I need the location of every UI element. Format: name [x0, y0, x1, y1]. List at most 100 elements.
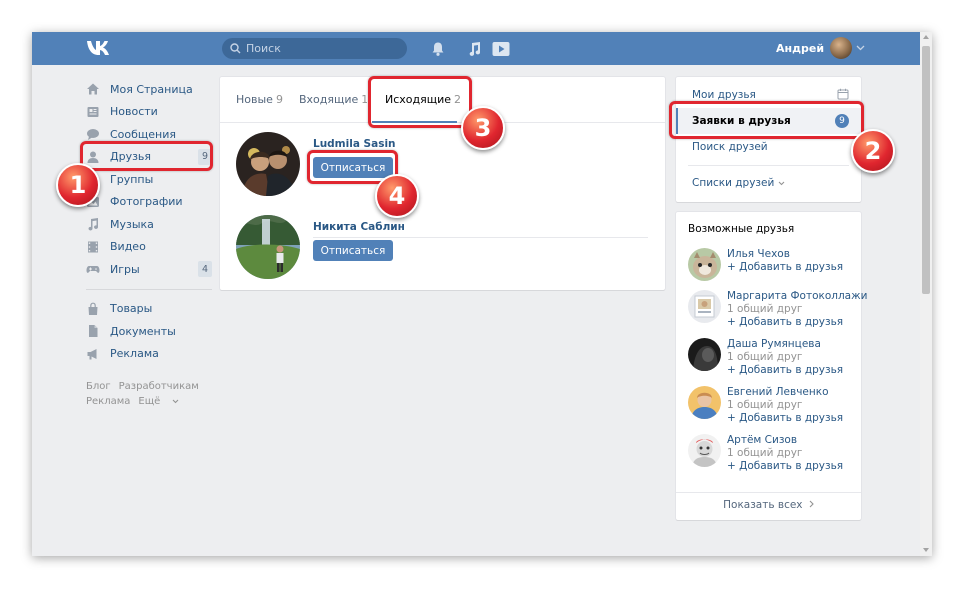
- nav-item-music[interactable]: Музыка: [86, 213, 212, 236]
- avatar[interactable]: [688, 338, 721, 371]
- nav-item-groups[interactable]: Группы: [86, 168, 212, 191]
- friends-count-badge: 9: [198, 148, 212, 165]
- possible-friend-name[interactable]: Евгений Левченко: [727, 386, 829, 398]
- nav-label: Документы: [110, 324, 176, 338]
- document-icon: [89, 325, 98, 338]
- nav-label: Группы: [110, 172, 154, 186]
- possible-friend-name[interactable]: Илья Чехов: [727, 248, 790, 260]
- calendar-icon[interactable]: [837, 88, 849, 100]
- rnav-label: Списки друзей: [692, 177, 775, 189]
- avatar[interactable]: [688, 434, 721, 467]
- scrollbar[interactable]: [920, 32, 932, 556]
- rnav-friend-requests[interactable]: Заявки в друзья 9: [676, 108, 861, 134]
- step-number: 4: [388, 182, 406, 210]
- footer-more-label: Ещё: [138, 396, 161, 407]
- rnav-my-friends[interactable]: Мои друзья: [676, 82, 861, 108]
- search-box[interactable]: [222, 38, 407, 59]
- show-all-divider: [676, 492, 861, 493]
- mutual-friends: 1 общий друг: [727, 351, 803, 363]
- vk-logo-icon[interactable]: [86, 40, 116, 57]
- possible-friend-name[interactable]: Даша Румянцева: [727, 338, 821, 350]
- scroll-up-arrow-icon[interactable]: [923, 35, 929, 39]
- music-note-icon[interactable]: [466, 41, 482, 57]
- avatar-photo: [688, 290, 721, 323]
- home-icon: [87, 83, 99, 95]
- row-divider: [313, 237, 648, 238]
- footer-links: Блог Разработчикам Реклама Ещё: [86, 379, 212, 409]
- add-friend-link[interactable]: + Добавить в друзья: [727, 460, 843, 472]
- news-icon: [87, 106, 99, 117]
- unsubscribe-button[interactable]: Отписаться: [313, 157, 393, 178]
- nav-item-games[interactable]: Игры 4: [86, 258, 212, 281]
- tab-label: Входящие: [299, 93, 359, 106]
- request-name[interactable]: Никита Саблин: [313, 221, 405, 233]
- footer-more-link[interactable]: Ещё: [138, 396, 178, 407]
- possible-friend-name[interactable]: Артём Сизов: [727, 434, 797, 446]
- nav-item-news[interactable]: Новости: [86, 101, 212, 124]
- scroll-down-arrow-icon[interactable]: [923, 548, 929, 552]
- games-icon: [86, 266, 100, 274]
- add-friend-label: Добавить в друзья: [739, 412, 844, 424]
- unsubscribe-button[interactable]: Отписаться: [313, 240, 393, 261]
- friends-navigation: Мои друзья Заявки в друзья 9 Поиск друзе…: [676, 77, 861, 202]
- nav-item-goods[interactable]: Товары: [86, 298, 212, 321]
- nav-item-ads[interactable]: Реклама: [86, 343, 212, 366]
- user-name: Андрей: [776, 41, 825, 55]
- tab-count: 9: [275, 93, 283, 106]
- nav-label: Друзья: [110, 150, 152, 164]
- tab-incoming[interactable]: Входящие13: [299, 93, 367, 106]
- footer-ads-link[interactable]: Реклама: [86, 396, 130, 407]
- nav-item-video[interactable]: Видео: [86, 236, 212, 259]
- chevron-down-icon: [856, 45, 865, 51]
- tab-label: Исходящие: [385, 93, 452, 106]
- mutual-friends: 1 общий друг: [727, 447, 803, 459]
- avatar[interactable]: [688, 248, 721, 281]
- scrollbar-thumb[interactable]: [922, 46, 930, 294]
- search-input[interactable]: [246, 42, 396, 55]
- add-friend-link[interactable]: + Добавить в друзья: [727, 412, 843, 424]
- avatar[interactable]: [688, 386, 721, 419]
- mutual-friends: 1 общий друг: [727, 303, 803, 315]
- nav-label: Реклама: [110, 347, 159, 361]
- rnav-search-friends[interactable]: Поиск друзей: [676, 134, 861, 160]
- rnav-friend-lists[interactable]: Списки друзей: [676, 170, 861, 196]
- step-number: 2: [864, 137, 882, 165]
- possible-friend-name[interactable]: Маргарита Фотоколлажи: [727, 290, 867, 302]
- nav-item-photos[interactable]: Фотографии: [86, 191, 212, 214]
- avatar-photo: [688, 338, 721, 371]
- avatar-photo: [688, 248, 721, 281]
- nav-item-friends[interactable]: Друзья 9: [86, 146, 212, 169]
- footer-blog-link[interactable]: Блог: [86, 381, 111, 392]
- tab-outgoing[interactable]: Исходящие 2: [385, 93, 461, 106]
- play-icon[interactable]: [492, 41, 510, 57]
- possible-friends-panel: Возможные друзья Илья Чехов + Добавить в…: [676, 212, 867, 520]
- tab-new[interactable]: Новые 9: [236, 93, 283, 106]
- requests-count-badge: 9: [835, 114, 849, 128]
- user-avatar: [830, 37, 853, 59]
- add-friend-link[interactable]: + Добавить в друзья: [727, 261, 843, 273]
- add-friend-link[interactable]: + Добавить в друзья: [727, 364, 843, 376]
- nav-item-documents[interactable]: Документы: [86, 320, 212, 343]
- avatar[interactable]: [236, 132, 300, 196]
- rnav-label: Поиск друзей: [692, 141, 768, 153]
- footer-developers-link[interactable]: Разработчикам: [119, 381, 199, 392]
- request-name[interactable]: Ludmila Sasin: [313, 138, 396, 150]
- tab-count: 13: [361, 93, 367, 106]
- music-icon: [88, 218, 99, 231]
- nav-item-my-page[interactable]: Моя Страница: [86, 78, 212, 101]
- avatar-photo: [236, 132, 300, 196]
- friends-icon: [87, 151, 99, 163]
- add-friend-link[interactable]: + Добавить в друзья: [727, 316, 843, 328]
- mutual-friends: 1 общий друг: [727, 399, 803, 411]
- avatar[interactable]: [688, 290, 721, 323]
- bell-icon[interactable]: [430, 41, 446, 57]
- avatar-photo: [688, 386, 721, 419]
- show-all-link[interactable]: Показать всех: [676, 499, 861, 511]
- nav-item-messages[interactable]: Сообщения: [86, 123, 212, 146]
- step-number: 3: [474, 114, 492, 142]
- avatar[interactable]: [236, 215, 300, 279]
- nav-label: Моя Страница: [110, 82, 193, 96]
- user-menu[interactable]: Андрей: [776, 37, 865, 59]
- add-friend-label: Добавить в друзья: [739, 364, 844, 376]
- friend-requests-panel: Новые9 Входящие13 Исходящие2: [220, 77, 665, 290]
